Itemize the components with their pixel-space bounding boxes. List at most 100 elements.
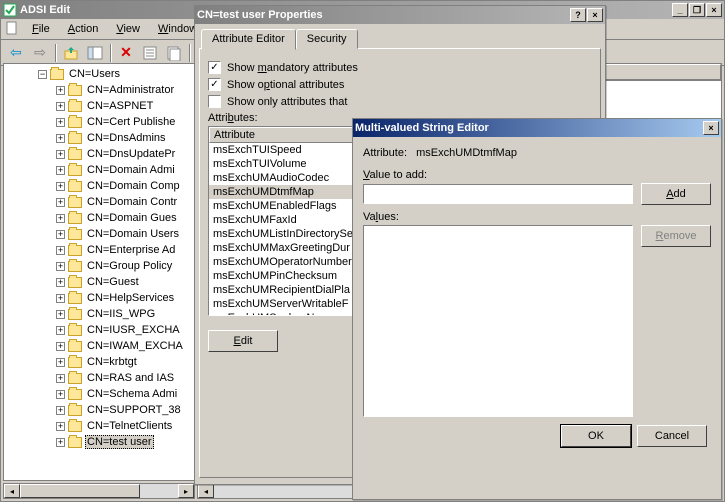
- editor-titlebar: Multi-valued String Editor ×: [353, 119, 721, 137]
- expander-icon[interactable]: +: [56, 422, 65, 431]
- tree-node[interactable]: CN=Domain Contr: [85, 196, 179, 208]
- folder-icon: [50, 69, 64, 80]
- doc-icon: [5, 21, 19, 35]
- properties-button[interactable]: [139, 42, 161, 64]
- check-optional[interactable]: ✓: [208, 78, 221, 91]
- expander-icon[interactable]: +: [56, 374, 65, 383]
- expander-icon[interactable]: +: [56, 326, 65, 335]
- tree-node[interactable]: CN=IWAM_EXCHA: [85, 340, 185, 352]
- expander-icon[interactable]: +: [56, 342, 65, 351]
- add-button[interactable]: Add: [641, 183, 711, 205]
- expander-icon[interactable]: +: [56, 358, 65, 367]
- tree-node[interactable]: CN=krbtgt: [85, 356, 139, 368]
- expander-icon[interactable]: +: [56, 294, 65, 303]
- expander-icon[interactable]: +: [56, 438, 65, 447]
- tab-security[interactable]: Security: [296, 29, 358, 49]
- tree-node[interactable]: CN=Guest: [85, 276, 141, 288]
- mdi-restore-button[interactable]: ❐: [689, 3, 705, 17]
- tree-hscroll[interactable]: ◂ ▸: [3, 483, 195, 499]
- check-optional-label: Show optional attributes: [227, 79, 344, 91]
- expander-icon[interactable]: +: [56, 118, 65, 127]
- expander-icon[interactable]: +: [56, 406, 65, 415]
- tree-node[interactable]: CN=IIS_WPG: [85, 308, 157, 320]
- expander-icon[interactable]: +: [56, 150, 65, 159]
- tree-node[interactable]: CN=DnsUpdatePr: [85, 148, 177, 160]
- expander-icon[interactable]: +: [56, 246, 65, 255]
- folder-icon: [68, 421, 82, 432]
- expander-icon[interactable]: +: [56, 182, 65, 191]
- expander-icon[interactable]: +: [56, 166, 65, 175]
- cancel-button[interactable]: Cancel: [637, 425, 707, 447]
- app-icon: [3, 3, 17, 17]
- expander-icon[interactable]: +: [56, 214, 65, 223]
- ok-button[interactable]: OK: [561, 425, 631, 447]
- tree-node[interactable]: CN=ASPNET: [85, 100, 155, 112]
- folder-icon: [68, 165, 82, 176]
- expander-icon[interactable]: +: [56, 198, 65, 207]
- tree-pane[interactable]: − CN=Users + CN=Administrator + CN=ASPNET + CN=…: [3, 63, 195, 481]
- expander-icon[interactable]: +: [56, 262, 65, 271]
- values-listbox[interactable]: [363, 225, 633, 417]
- scroll-right-button[interactable]: ▸: [178, 484, 194, 498]
- expander-icon[interactable]: +: [56, 278, 65, 287]
- tree-node[interactable]: CN=Domain Gues: [85, 212, 179, 224]
- folder-icon: [68, 309, 82, 320]
- tree-node[interactable]: CN=Enterprise Ad: [85, 244, 177, 256]
- forward-button[interactable]: ⇨: [29, 42, 51, 64]
- scroll-left-button[interactable]: ◂: [4, 484, 20, 498]
- check-mandatory[interactable]: ✓: [208, 61, 221, 74]
- tree-node[interactable]: CN=Schema Admi: [85, 388, 179, 400]
- folder-icon: [68, 181, 82, 192]
- expander-icon[interactable]: +: [56, 230, 65, 239]
- folder-icon: [68, 261, 82, 272]
- folder-icon: [68, 133, 82, 144]
- check-mandatory-label: Show mandatory attributes: [227, 62, 358, 74]
- check-only-values[interactable]: [208, 95, 221, 108]
- tree-node[interactable]: CN=Group Policy: [85, 260, 174, 272]
- expander-icon[interactable]: +: [56, 310, 65, 319]
- refresh-button[interactable]: [163, 42, 185, 64]
- back-button[interactable]: ⇦: [5, 42, 27, 64]
- tree-node[interactable]: CN=SUPPORT_38: [85, 404, 183, 416]
- value-label: Value to add:: [363, 169, 711, 181]
- folder-icon: [68, 437, 82, 448]
- tree-node[interactable]: CN=test user: [85, 435, 154, 449]
- tree-node[interactable]: CN=Domain Users: [85, 228, 181, 240]
- expander-icon[interactable]: −: [38, 70, 47, 79]
- value-input[interactable]: [363, 184, 633, 204]
- folder-icon: [68, 149, 82, 160]
- expander-icon[interactable]: +: [56, 102, 65, 111]
- up-button[interactable]: [60, 42, 82, 64]
- expander-icon[interactable]: +: [56, 86, 65, 95]
- menu-file[interactable]: File: [24, 21, 58, 37]
- help-button[interactable]: ?: [570, 8, 586, 22]
- delete-button[interactable]: ✕: [115, 42, 137, 64]
- folder-icon: [68, 325, 82, 336]
- close-button[interactable]: ×: [587, 8, 603, 22]
- scroll-left-button[interactable]: ◂: [198, 484, 214, 498]
- expander-icon[interactable]: +: [56, 390, 65, 399]
- menu-view[interactable]: View: [108, 21, 148, 37]
- tree-node[interactable]: CN=Domain Admi: [85, 164, 177, 176]
- menu-action[interactable]: Action: [60, 21, 107, 37]
- folder-icon: [68, 229, 82, 240]
- properties-titlebar: CN=test user Properties ? ×: [195, 6, 605, 24]
- tree-node-users[interactable]: CN=Users: [67, 68, 122, 80]
- tree-node[interactable]: CN=IUSR_EXCHA: [85, 324, 182, 336]
- show-button[interactable]: [84, 42, 106, 64]
- folder-icon: [68, 373, 82, 384]
- edit-button[interactable]: Edit: [208, 330, 278, 352]
- mdi-minimize-button[interactable]: _: [672, 3, 688, 17]
- tree-node[interactable]: CN=TelnetClients: [85, 420, 174, 432]
- tree-node[interactable]: CN=DnsAdmins: [85, 132, 168, 144]
- tree-node[interactable]: CN=Cert Publishe: [85, 116, 177, 128]
- tree-node[interactable]: CN=Domain Comp: [85, 180, 182, 192]
- folder-icon: [68, 101, 82, 112]
- tree-node[interactable]: CN=RAS and IAS: [85, 372, 176, 384]
- close-button[interactable]: ×: [703, 121, 719, 135]
- tab-attribute-editor[interactable]: Attribute Editor: [201, 29, 296, 50]
- tree-node[interactable]: CN=Administrator: [85, 84, 176, 96]
- mdi-close-button[interactable]: ×: [706, 3, 722, 17]
- expander-icon[interactable]: +: [56, 134, 65, 143]
- tree-node[interactable]: CN=HelpServices: [85, 292, 176, 304]
